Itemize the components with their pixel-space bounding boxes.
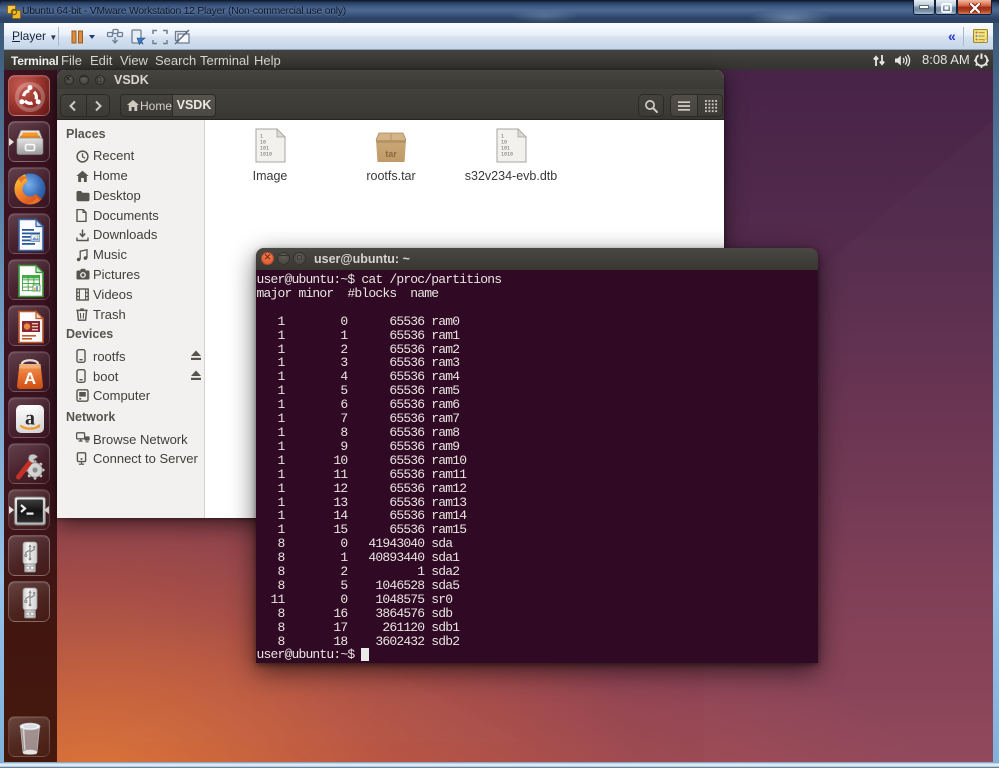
- svg-text:a: a: [25, 408, 35, 430]
- svg-text:1010: 1010: [501, 152, 513, 158]
- svg-text:A: A: [24, 369, 36, 388]
- svg-text:1010: 1010: [260, 152, 272, 158]
- svg-text:tar: tar: [385, 149, 397, 159]
